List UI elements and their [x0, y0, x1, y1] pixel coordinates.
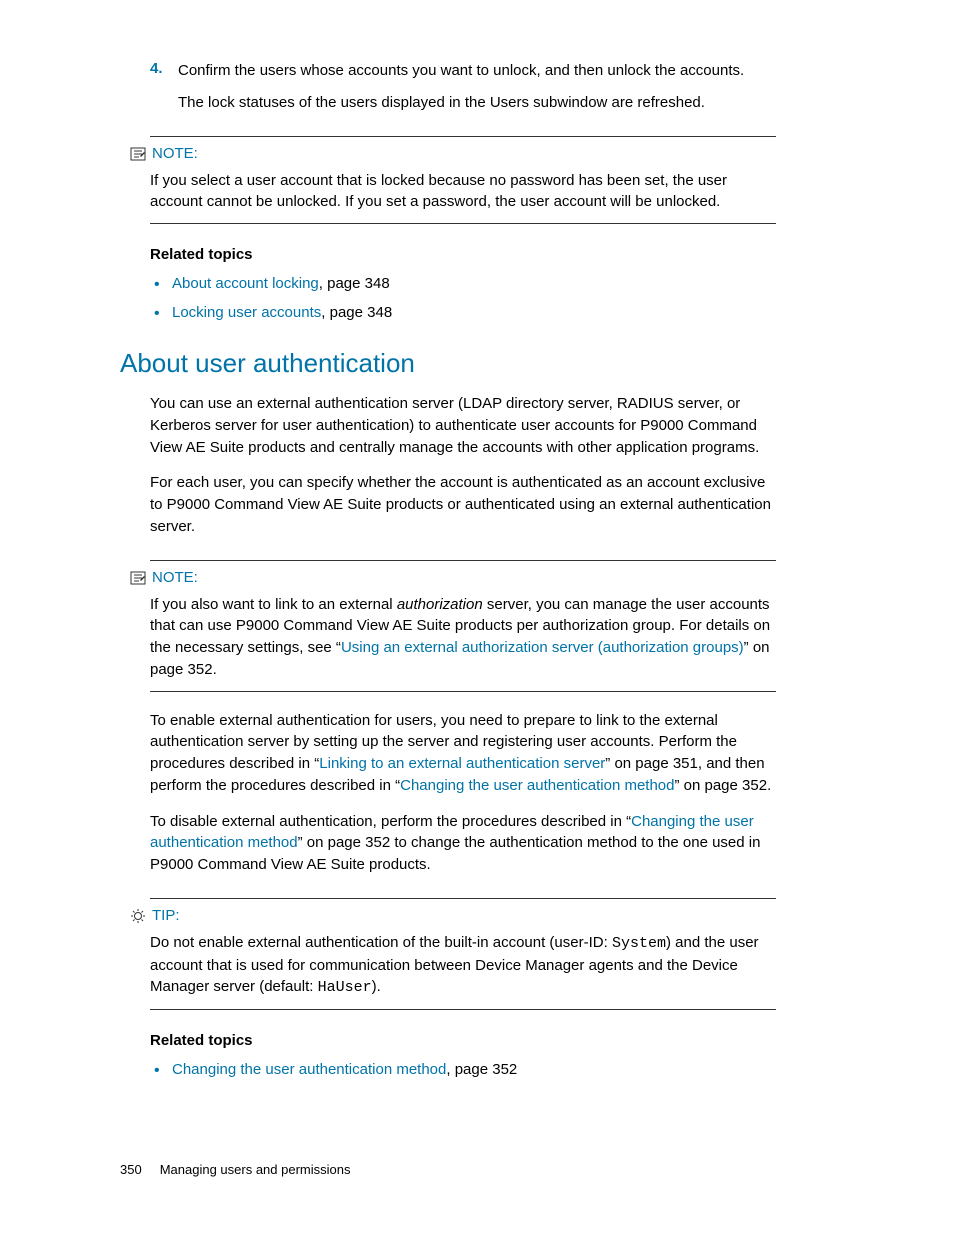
related-topics-heading: Related topics [150, 1032, 776, 1049]
note-body: If you also want to link to an external … [150, 594, 776, 681]
step-4: 4. Confirm the users whose accounts you … [150, 60, 776, 114]
link-changing-user-auth-method[interactable]: Changing the user authentication method [400, 777, 674, 794]
divider [150, 136, 776, 137]
note-icon [130, 571, 146, 585]
link-linking-external-auth-server[interactable]: Linking to an external authentication se… [319, 755, 605, 772]
note-icon [130, 147, 146, 161]
list-item: Changing the user authentication method,… [150, 1059, 776, 1082]
body-paragraph: To enable external authentication for us… [150, 710, 776, 797]
tip-block: TIP: [130, 907, 776, 924]
note-label: NOTE: [152, 569, 198, 586]
mono-text: HaUser [318, 979, 372, 996]
body-paragraph: You can use an external authentication s… [150, 393, 776, 458]
list-item: About account locking, page 348 [150, 273, 776, 296]
section-heading-about-user-authentication: About user authentication [120, 348, 776, 379]
body-paragraph: For each user, you can specify whether t… [150, 472, 776, 537]
divider [150, 898, 776, 899]
related-topics-list: About account locking, page 348 Locking … [150, 273, 776, 324]
link-suffix: , page 348 [321, 304, 392, 321]
divider [150, 1009, 776, 1010]
page-number: 350 [120, 1162, 142, 1177]
link-locking-user-accounts[interactable]: Locking user accounts [172, 304, 321, 321]
divider [150, 560, 776, 561]
link-changing-user-auth-method[interactable]: Changing the user authentication method [172, 1061, 446, 1078]
link-suffix: , page 352 [446, 1061, 517, 1078]
link-suffix: , page 348 [319, 275, 390, 292]
step-number: 4. [150, 60, 178, 114]
mono-text: System [612, 935, 666, 952]
link-external-authorization-server[interactable]: Using an external authorization server (… [341, 639, 744, 656]
tip-body: Do not enable external authentication of… [150, 932, 776, 999]
note-block: NOTE: [130, 145, 776, 162]
italic-text: authorization [397, 596, 483, 613]
note-label: NOTE: [152, 145, 198, 162]
tip-label: TIP: [152, 907, 180, 924]
step-sub-text: The lock statuses of the users displayed… [178, 92, 776, 114]
page-footer: 350 Managing users and permissions [120, 1162, 350, 1177]
list-item: Locking user accounts, page 348 [150, 302, 776, 325]
link-about-account-locking[interactable]: About account locking [172, 275, 319, 292]
lightbulb-icon [130, 908, 146, 924]
divider [150, 223, 776, 224]
note-block: NOTE: [130, 569, 776, 586]
footer-title: Managing users and permissions [160, 1162, 351, 1177]
note-body: If you select a user account that is loc… [150, 170, 776, 214]
body-paragraph: To disable external authentication, perf… [150, 811, 776, 876]
step-main-text: Confirm the users whose accounts you wan… [178, 60, 776, 82]
step-text: Confirm the users whose accounts you wan… [178, 60, 776, 114]
related-topics-list: Changing the user authentication method,… [150, 1059, 776, 1082]
divider [150, 691, 776, 692]
related-topics-heading: Related topics [150, 246, 776, 263]
